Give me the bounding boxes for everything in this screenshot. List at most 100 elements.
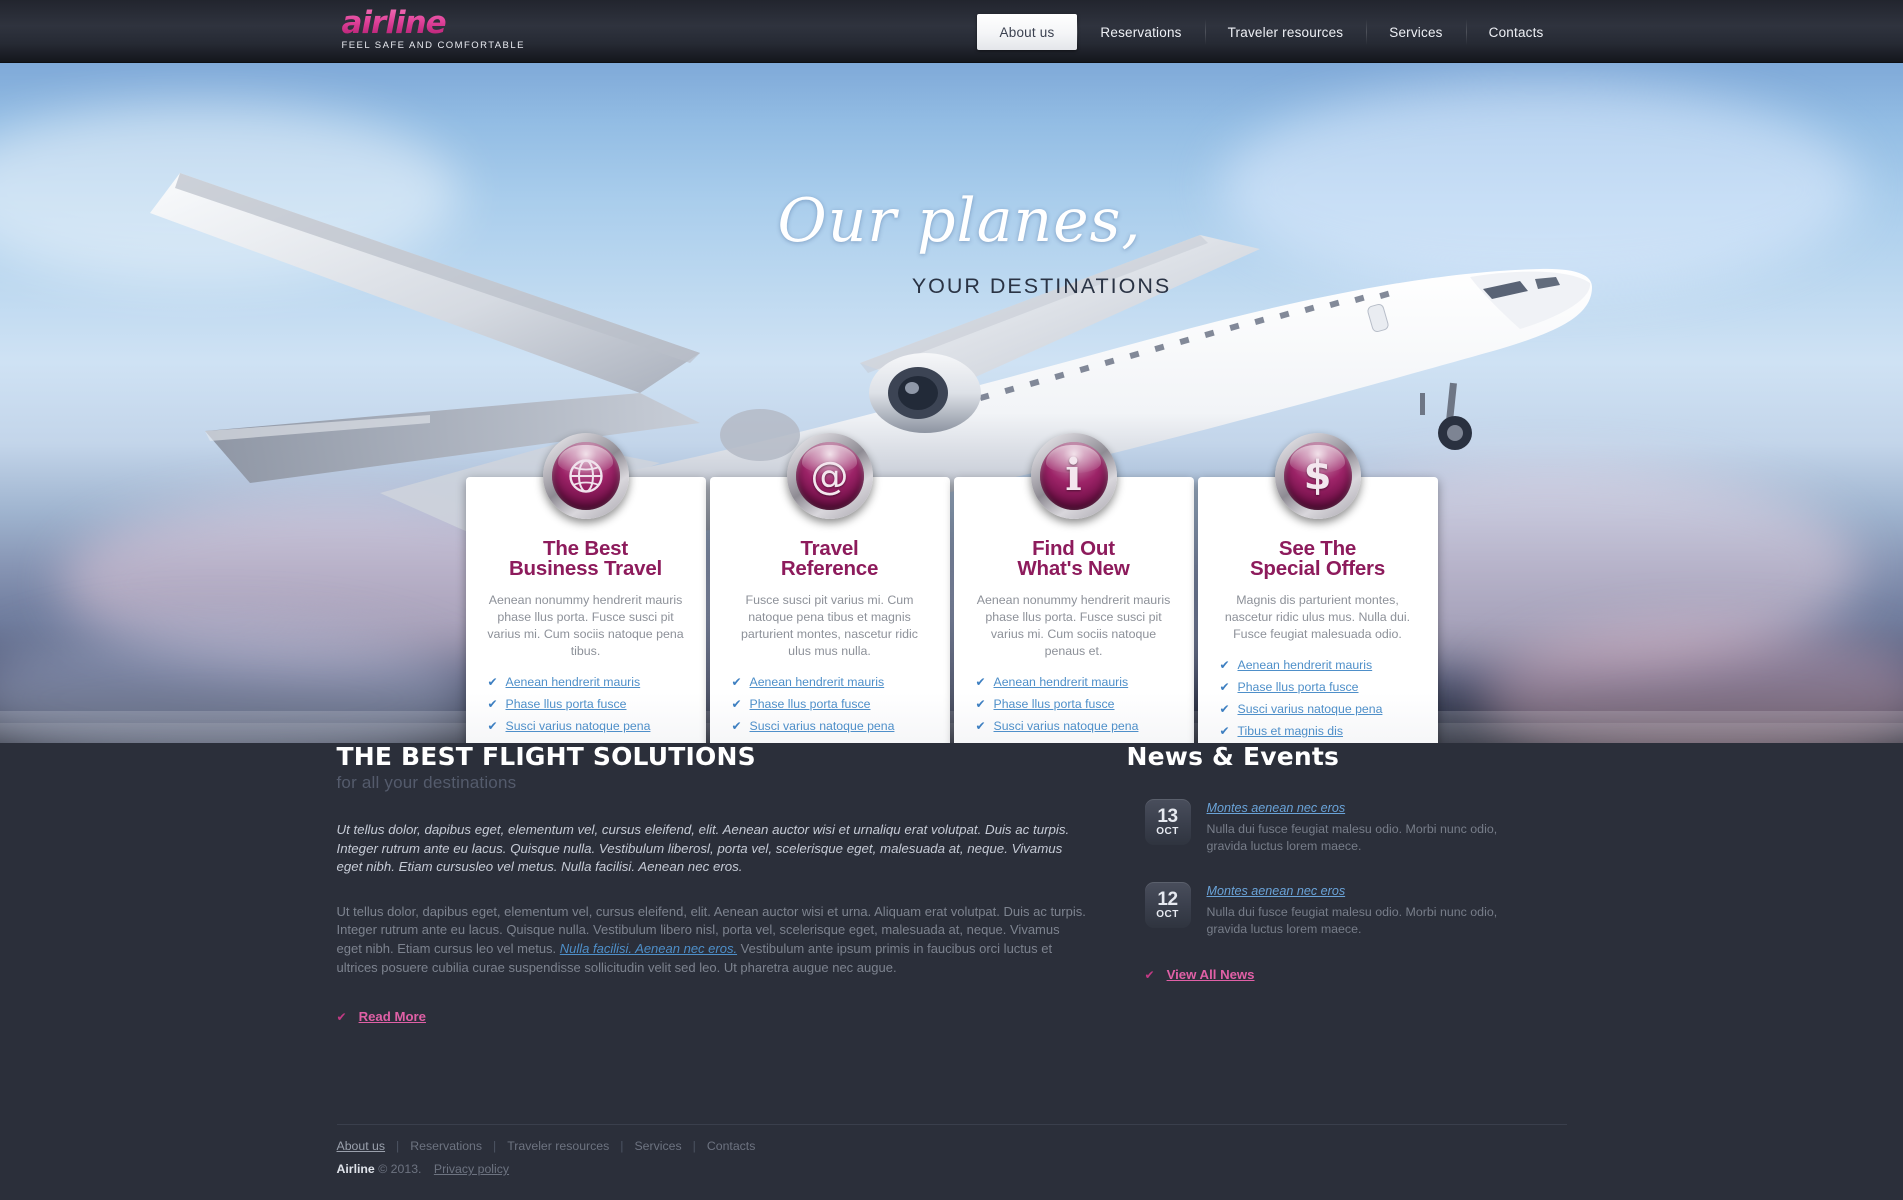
footer-copyright-text: © 2013.	[378, 1162, 422, 1176]
page-title: THE BEST FLIGHT SOLUTIONS	[336, 742, 756, 771]
card-link-list: ✔ Aenean hendrerit mauris ✔ Phase llus por…	[480, 675, 692, 743]
card-title-line2: What's New	[1017, 557, 1130, 580]
card-title: Travel Reference	[724, 537, 936, 579]
list-item[interactable]: ✔ Tibus et magnis dis	[732, 741, 936, 743]
hero-banner: Our planes, YOUR DESTINATIONS The Best B…	[0, 63, 1903, 743]
card-link[interactable]: Tibus et magnis dis	[506, 741, 611, 743]
list-item[interactable]: ✔ Tibus et magnis dis	[976, 741, 1180, 743]
card-title: See The Special Offers	[1212, 537, 1424, 579]
at-sign-glyph: @	[810, 454, 849, 498]
card-link[interactable]: Aenean hendrerit mauris	[1238, 658, 1373, 672]
news-item[interactable]: 12 OCT Montes aenean nec eros Nulla dui …	[1127, 882, 1527, 937]
card-link[interactable]: Aenean hendrerit mauris	[506, 675, 641, 689]
check-icon: ✔	[336, 1009, 347, 1024]
card-link[interactable]: Aenean hendrerit mauris	[994, 675, 1129, 689]
site-logo[interactable]: airline FEEL SAFE AND COMFORTABLE	[342, 7, 525, 51]
logo-tagline: FEEL SAFE AND COMFORTABLE	[341, 40, 525, 51]
news-day: 12	[1157, 888, 1178, 910]
privacy-policy-link[interactable]: Privacy policy	[434, 1162, 509, 1176]
check-icon: ✔	[487, 675, 498, 689]
feature-card[interactable]: @ Travel Reference Fusce susci pit variu…	[709, 433, 950, 743]
nav-item-services[interactable]: Services	[1366, 14, 1465, 50]
card-description: Aenean nonummy hendrerit mauris phase ll…	[487, 593, 684, 658]
card-link[interactable]: Susci varius natoque pena	[1238, 702, 1383, 716]
check-icon: ✔	[731, 697, 742, 711]
card-link[interactable]: Phase llus porta fusce	[994, 697, 1115, 711]
news-headline-link[interactable]: Montes aenean nec eros	[1207, 801, 1346, 815]
card-link[interactable]: Phase llus porta fusce	[1238, 680, 1359, 694]
news-day: 13	[1157, 805, 1178, 827]
card-link[interactable]: Phase llus porta fusce	[506, 697, 627, 711]
content-right-column: News & Events 13 OCT Montes aenean nec e…	[1127, 742, 1527, 1024]
view-all-news-link[interactable]: View All News	[1167, 967, 1255, 982]
main-content: THE BEST FLIGHT SOLUTIONS for all your d…	[337, 742, 1567, 1024]
nav-item-traveler-resources[interactable]: Traveler resources	[1204, 14, 1367, 50]
list-item[interactable]: ✔ Phase llus porta fusce	[488, 697, 692, 711]
check-icon: ✔	[1219, 702, 1230, 716]
list-item[interactable]: ✔ Aenean hendrerit mauris	[976, 675, 1180, 689]
nav-label: Reservations	[1100, 24, 1182, 40]
footer-copyright: Airline © 2013. Privacy policy	[337, 1162, 1567, 1176]
nav-item-contacts[interactable]: Contacts	[1465, 14, 1567, 50]
card-link[interactable]: Tibus et magnis dis	[750, 741, 855, 743]
check-icon: ✔	[976, 741, 986, 743]
site-footer: About us | Reservations | Traveler resou…	[336, 1124, 1567, 1176]
news-date-badge: 12 OCT	[1144, 882, 1191, 928]
at-sign-icon: @	[786, 433, 873, 519]
card-link[interactable]: Tibus et magnis dis	[1238, 724, 1343, 738]
nav-label: Contacts	[1488, 24, 1544, 40]
card-title-line1: The Best	[543, 537, 628, 560]
card-link[interactable]: Susci varius natoque pena	[994, 719, 1139, 733]
list-item[interactable]: ✔ Tibus et magnis dis	[1220, 724, 1424, 738]
card-link[interactable]: Phase llus porta fusce	[750, 697, 871, 711]
list-item[interactable]: ✔ Aenean hendrerit mauris	[1220, 658, 1424, 672]
content-left-column: THE BEST FLIGHT SOLUTIONS for all your d…	[337, 742, 1127, 1024]
footer-link-traveler-resources[interactable]: Traveler resources	[507, 1139, 609, 1153]
card-link[interactable]: Susci varius natoque pena	[506, 719, 651, 733]
card-link[interactable]: Susci varius natoque pena	[750, 719, 895, 733]
feature-card[interactable]: i Find Out What's New Aenean nonummy hen…	[953, 433, 1194, 743]
news-headline-link[interactable]: Montes aenean nec eros	[1207, 884, 1346, 898]
footer-link-services[interactable]: Services	[634, 1139, 681, 1153]
list-item[interactable]: ✔ Tibus et magnis dis	[488, 741, 692, 743]
check-icon: ✔	[488, 741, 498, 743]
card-title-line1: Travel	[800, 537, 859, 560]
check-icon: ✔	[1219, 724, 1230, 738]
dollar-icon: $	[1274, 433, 1361, 519]
footer-link-about-us[interactable]: About us	[337, 1139, 386, 1153]
list-item[interactable]: ✔ Susci varius natoque pena	[976, 719, 1180, 733]
list-item[interactable]: ✔ Aenean hendrerit mauris	[732, 675, 936, 689]
card-link[interactable]: Tibus et magnis dis	[994, 741, 1099, 743]
feature-card[interactable]: The Best Business Travel Aenean nonummy …	[465, 433, 706, 743]
list-item[interactable]: ✔ Phase llus porta fusce	[976, 697, 1180, 711]
list-item[interactable]: ✔ Susci varius natoque pena	[488, 719, 692, 733]
card-link[interactable]: Aenean hendrerit mauris	[750, 675, 885, 689]
check-icon: ✔	[1219, 680, 1230, 694]
list-item[interactable]: ✔ Susci varius natoque pena	[732, 719, 936, 733]
list-item[interactable]: ✔ Phase llus porta fusce	[732, 697, 936, 711]
check-icon: ✔	[1219, 658, 1230, 672]
feature-card[interactable]: $ See The Special Offers Magnis dis part…	[1197, 433, 1438, 743]
list-item[interactable]: ✔ Aenean hendrerit mauris	[488, 675, 692, 689]
list-item[interactable]: ✔ Susci varius natoque pena	[1220, 702, 1424, 716]
card-description: Aenean nonummy hendrerit mauris phase ll…	[976, 593, 1171, 658]
footer-brand: Airline	[336, 1162, 375, 1176]
nav-item-reservations[interactable]: Reservations	[1077, 14, 1204, 50]
footer-link-reservations[interactable]: Reservations	[410, 1139, 482, 1153]
footer-link-contacts[interactable]: Contacts	[707, 1139, 756, 1153]
check-icon: ✔	[487, 697, 498, 711]
card-title-line1: Find Out	[1032, 537, 1115, 560]
card-link-list: ✔ Aenean hendrerit mauris ✔ Phase llus por…	[968, 675, 1180, 743]
card-title-line1: See The	[1278, 537, 1357, 560]
footer-separator: |	[396, 1139, 400, 1153]
read-more-link[interactable]: Read More	[359, 1009, 426, 1024]
dollar-glyph: $	[1303, 453, 1332, 499]
read-more-row: ✔ Read More	[337, 1009, 1087, 1024]
footer-separator: |	[692, 1139, 696, 1153]
footer-separator: |	[620, 1139, 624, 1153]
news-item[interactable]: 13 OCT Montes aenean nec eros Nulla dui …	[1127, 799, 1527, 854]
list-item[interactable]: ✔ Phase llus porta fusce	[1220, 680, 1424, 694]
nav-item-about-us[interactable]: About us	[976, 14, 1078, 50]
inline-link[interactable]: Nulla facilisi. Aenean nec eros.	[560, 941, 737, 956]
card-title: The Best Business Travel	[480, 537, 692, 579]
